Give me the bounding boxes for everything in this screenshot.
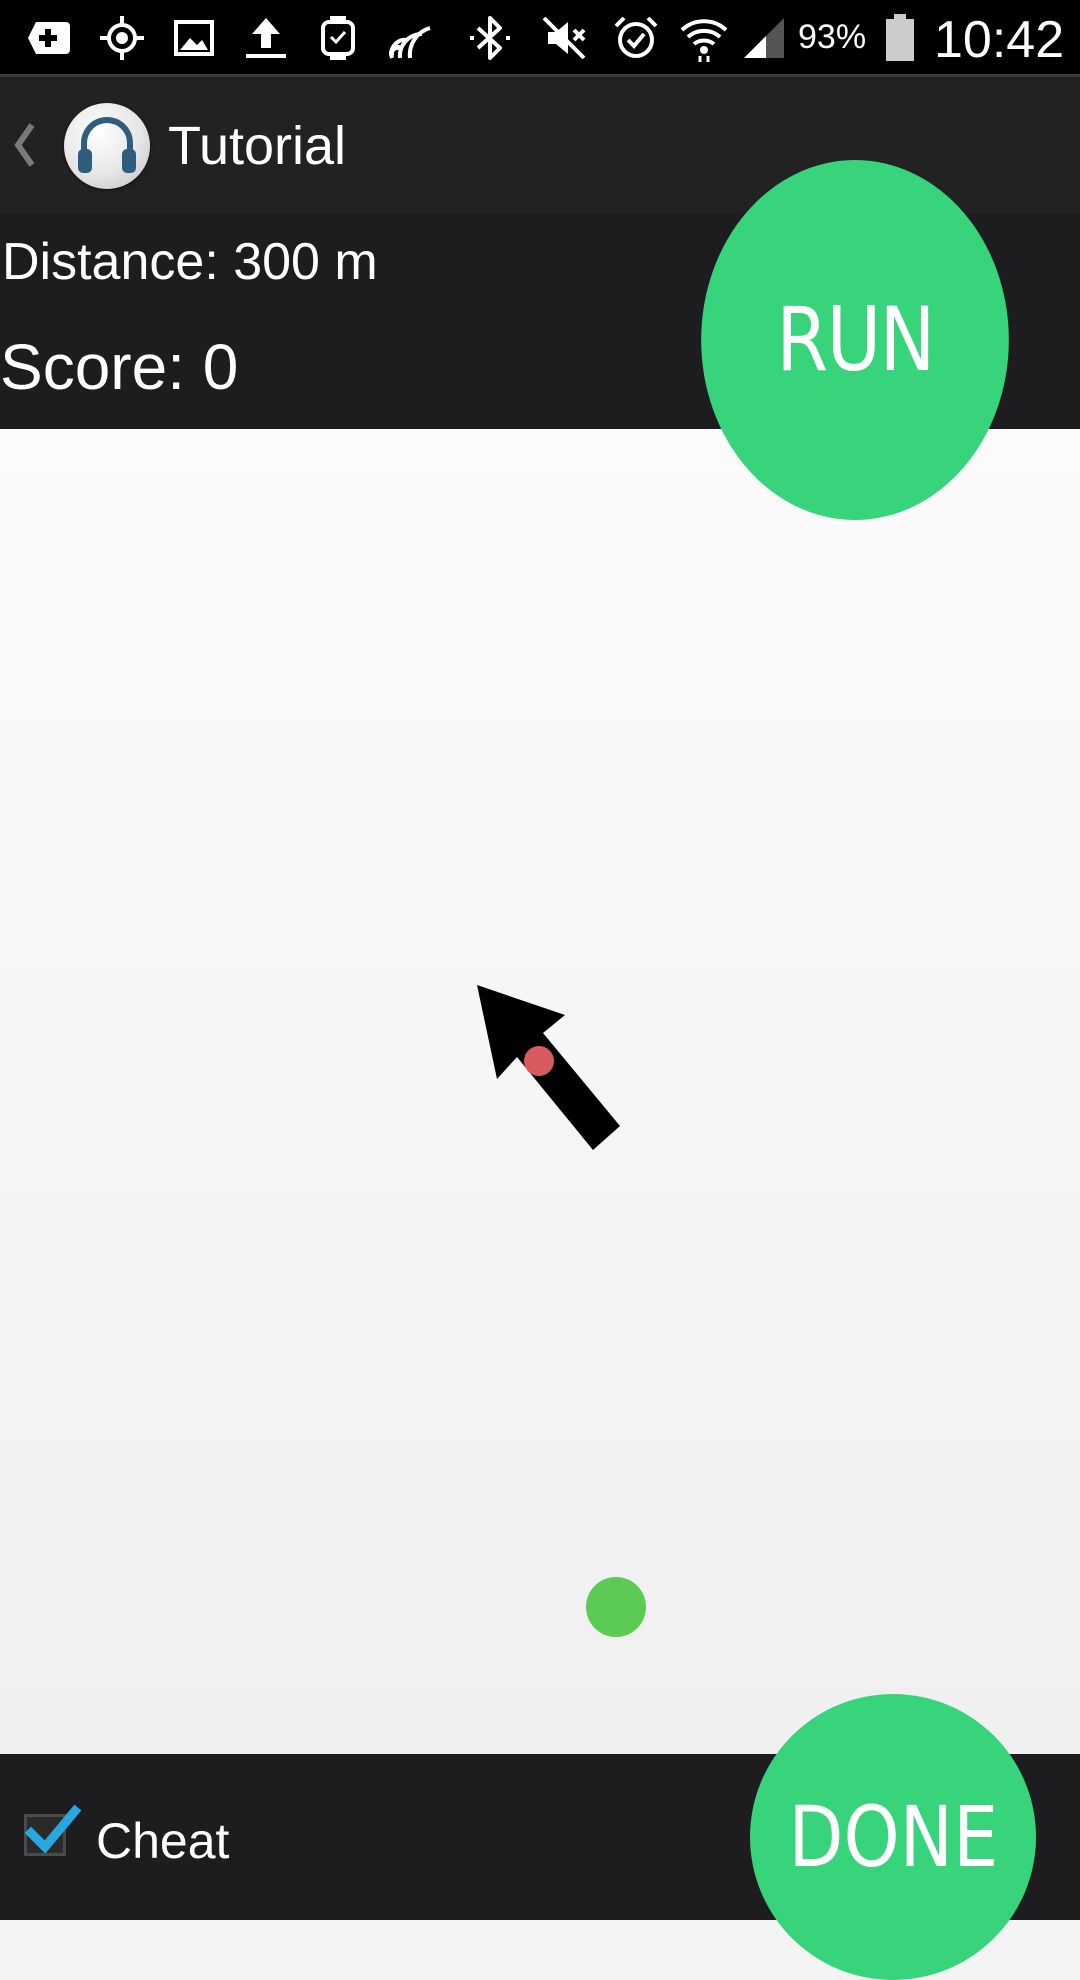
upload-icon [242,14,290,62]
alarm-icon [612,14,660,62]
cheat-label[interactable]: Cheat [96,1812,229,1870]
battery-icon [876,14,924,62]
gps-icon [98,14,146,62]
wifi-icon [680,14,728,62]
add-icon [26,14,74,62]
chevron-left-icon[interactable] [10,117,38,173]
distance-readout: Distance: 300 m [2,233,378,291]
nfc-signal-icon [386,14,434,62]
target-dot [586,1577,646,1637]
mute-icon [540,14,588,62]
run-button[interactable]: RUN [701,160,1009,520]
status-clock: 10:42 [934,11,1065,69]
status-bar: 93% 10:42 [0,0,1080,77]
cell-signal-icon [740,14,788,62]
image-icon [170,14,218,62]
done-label: DONE [788,1788,998,1886]
cheat-checkbox[interactable] [24,1804,81,1856]
done-button[interactable]: DONE [750,1694,1036,1980]
bluetooth-icon [466,14,514,62]
headphones-icon[interactable] [64,103,150,189]
page-title: Tutorial [168,116,347,176]
score-readout: Score: 0 [0,331,239,403]
battery-percent: 93% [798,18,867,56]
smartwatch-icon [314,14,362,62]
player-dot [524,1046,554,1076]
checkmark-icon [24,1804,81,1854]
